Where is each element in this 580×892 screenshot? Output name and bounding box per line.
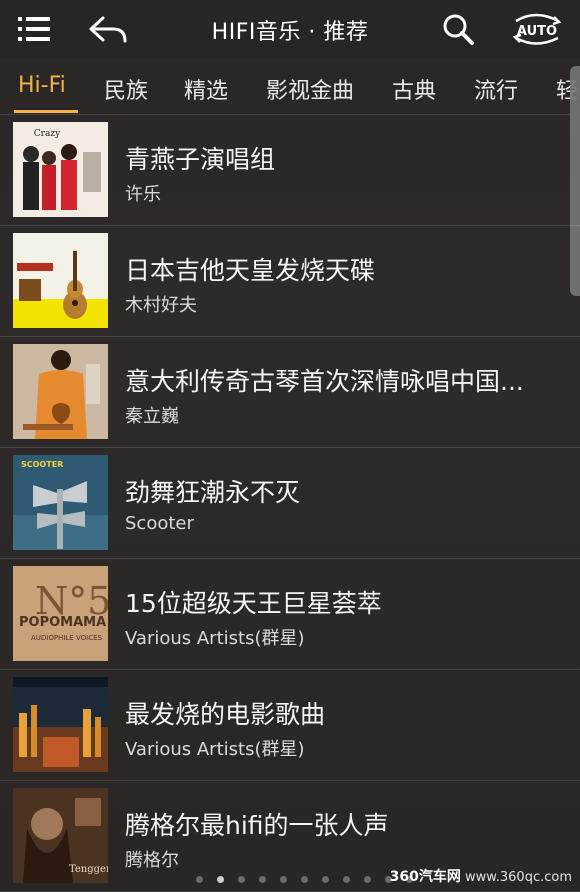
cover-subtext: AUDIOPHILE VOICES (31, 634, 103, 642)
artist-name: 秦立巍 (125, 406, 179, 427)
cover-text: Crazy (34, 129, 61, 139)
category-tabs: Hi-Fi 民族 精选 影视金曲 古典 流行 轻 (0, 58, 580, 115)
tab-jingxuan[interactable]: 精选 (184, 73, 228, 105)
page-dot[interactable] (322, 876, 329, 883)
list-item[interactable]: 意大利传奇古琴首次深情咏唱中国... 秦立巍 (0, 336, 580, 448)
list-item[interactable]: SCOOTER 劲舞狂潮永不灭 Scooter (0, 447, 580, 559)
list-item[interactable]: 最发烧的电影歌曲 Various Artists(群星) (0, 669, 580, 781)
artist-name: 腾格尔 (125, 850, 179, 871)
page-dot[interactable] (259, 876, 266, 883)
album-cover (13, 677, 108, 772)
auto-rotate-icon[interactable]: AUTO (508, 10, 566, 48)
album-cover: SCOOTER (13, 455, 108, 550)
cover-text: Tengger (69, 864, 108, 875)
tab-yingshi[interactable]: 影视金曲 (266, 73, 354, 105)
song-title: 日本吉他天皇发烧天碟 (125, 256, 376, 285)
song-title: 劲舞狂潮永不灭 (125, 478, 301, 507)
tab-minzu[interactable]: 民族 (104, 73, 148, 105)
page-indicator (196, 876, 413, 883)
list-item[interactable]: Crazy 青燕子演唱组 许乐 (0, 114, 580, 226)
page-dot[interactable] (301, 876, 308, 883)
artist-name: Scooter (125, 513, 194, 534)
song-title: 青燕子演唱组 (125, 145, 276, 174)
back-icon[interactable] (86, 10, 130, 48)
auto-label: AUTO (517, 24, 557, 39)
page-dot-active[interactable] (217, 876, 224, 883)
song-title: 意大利传奇古琴首次深情咏唱中国... (125, 367, 524, 396)
album-cover: Tengger (13, 788, 108, 883)
page-dot[interactable] (343, 876, 350, 883)
album-cover (13, 344, 108, 439)
artist-name: 许乐 (125, 184, 161, 205)
watermark-url: www.360qc.com (465, 870, 572, 885)
top-bar: HIFI音乐 · 推荐 AUTO (0, 0, 580, 58)
cover-text: SCOOTER (21, 460, 63, 469)
album-cover: N°5 POPOMAMA AUDIOPHILE VOICES (13, 566, 108, 661)
tab-gudian[interactable]: 古典 (392, 73, 436, 105)
album-cover (13, 233, 108, 328)
tab-liuxing[interactable]: 流行 (474, 73, 518, 105)
watermark-brand: 360汽车网 (389, 869, 461, 885)
menu-icon[interactable] (14, 12, 54, 46)
song-title: 最发烧的电影歌曲 (125, 700, 326, 729)
page-dot[interactable] (196, 876, 203, 883)
page-dot[interactable] (364, 876, 371, 883)
search-icon[interactable] (440, 10, 476, 48)
list-item[interactable]: N°5 POPOMAMA AUDIOPHILE VOICES 15位超级天王巨星… (0, 558, 580, 670)
artist-name: 木村好夫 (125, 295, 197, 316)
song-title: 腾格尔最hifi的一张人声 (125, 811, 389, 840)
artist-name: Various Artists(群星) (125, 739, 305, 760)
tab-hifi[interactable]: Hi-Fi (18, 73, 66, 98)
album-cover: Crazy (13, 122, 108, 217)
song-title: 15位超级天王巨星荟萃 (125, 589, 382, 618)
page-dot[interactable] (238, 876, 245, 883)
watermark: 360汽车网 www.360qc.com (390, 866, 572, 886)
list-item[interactable]: 日本吉他天皇发烧天碟 木村好夫 (0, 225, 580, 337)
active-tab-indicator (14, 110, 78, 113)
page-title: HIFI音乐 · 推荐 (211, 20, 369, 45)
artist-name: Various Artists(群星) (125, 628, 305, 649)
page-dot[interactable] (280, 876, 287, 883)
cover-text: POPOMAMA (19, 615, 106, 630)
